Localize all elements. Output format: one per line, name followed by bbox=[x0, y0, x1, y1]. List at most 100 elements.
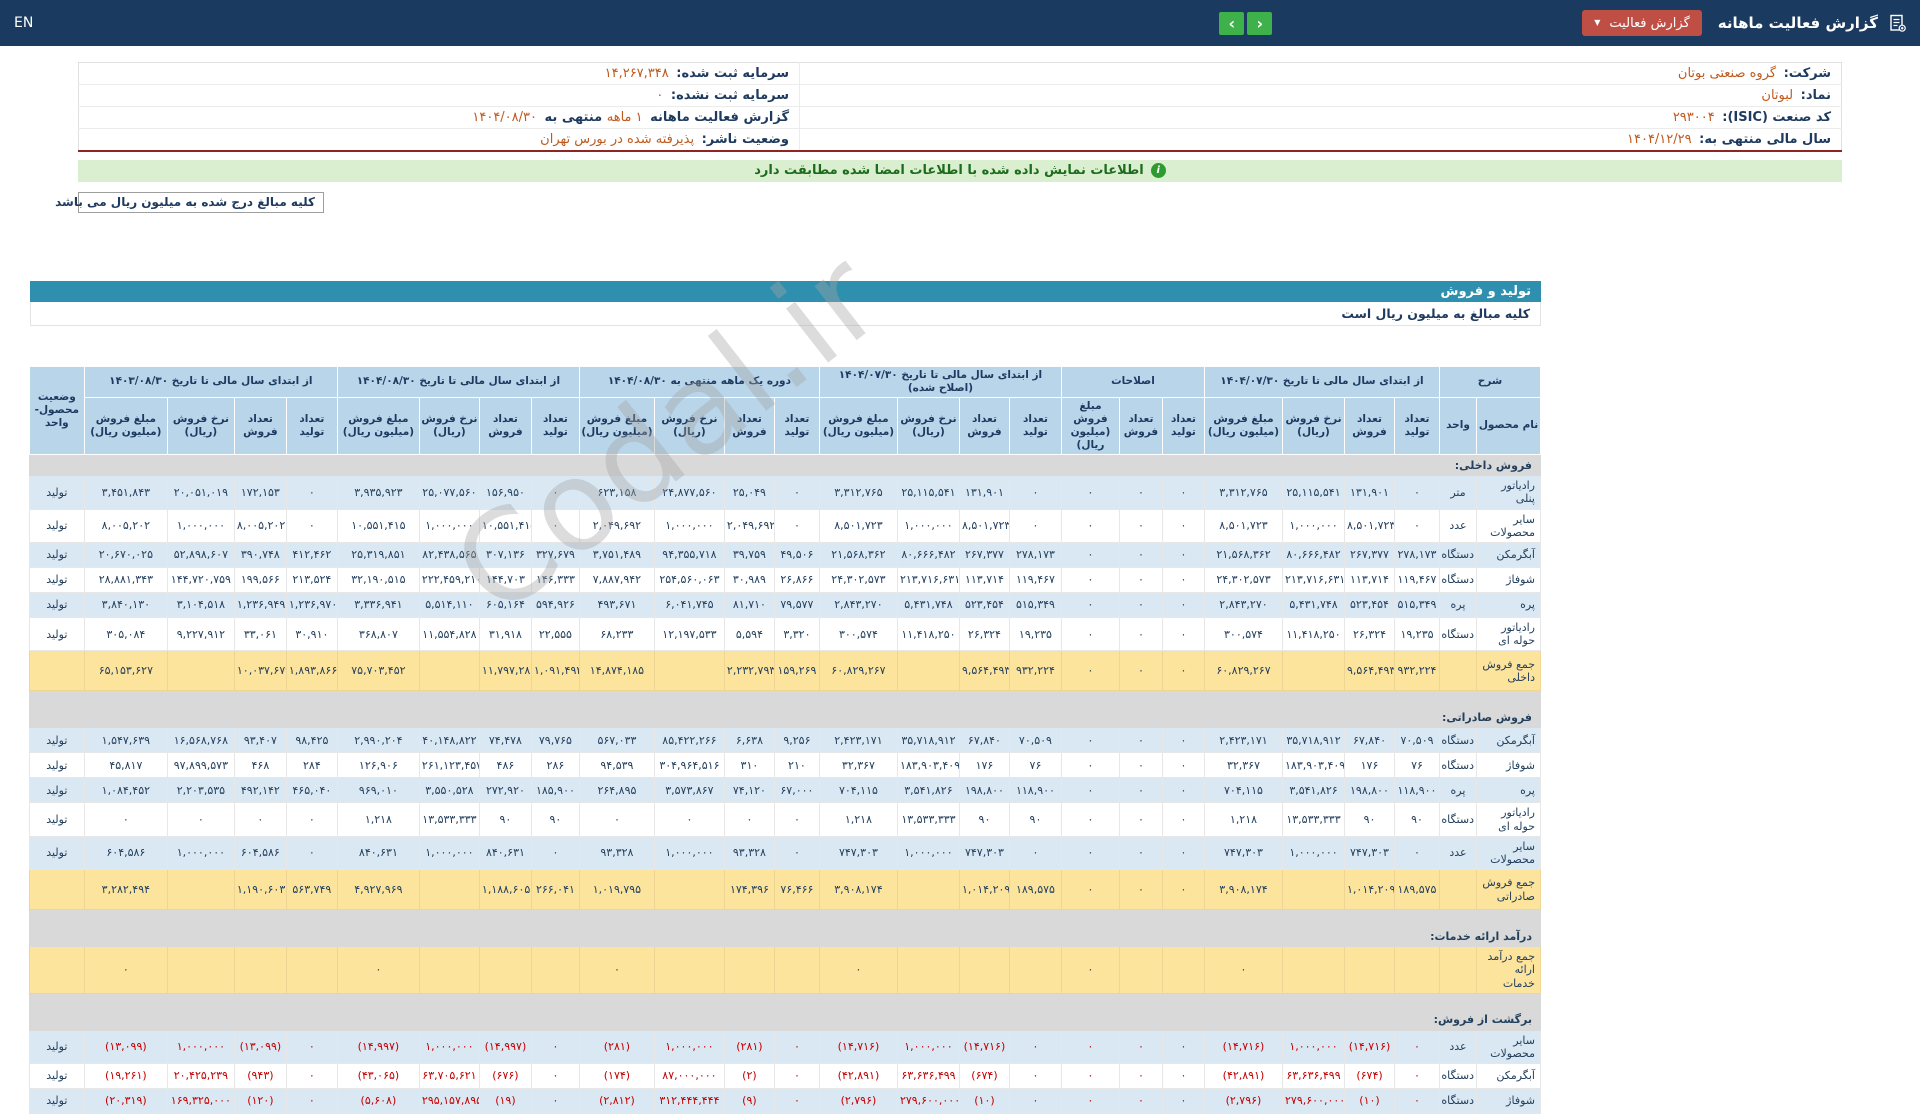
value-cell: (۱۳,۰۹۹) bbox=[84, 1030, 167, 1063]
info-cell: وضعیت ناشر: پذیرفته شده در بورس تهران bbox=[79, 129, 800, 151]
product-row: آبگرمکندستگاه۰(۶۷۴)۶۳,۶۳۶,۴۹۹(۴۲,۸۹۱)۰۰۰… bbox=[29, 1064, 1540, 1089]
value-cell: (۶۷۶) bbox=[479, 1064, 531, 1089]
product-row: آبگرمکندستگاه۲۷۸,۱۷۳۲۶۷,۳۷۷۸۰,۶۶۶,۴۸۲۲۱,… bbox=[29, 543, 1540, 568]
info-value: لبوتان bbox=[1761, 88, 1793, 103]
language-toggle[interactable]: EN bbox=[14, 15, 33, 31]
value-cell: ۱,۰۰۰,۰۰۰ bbox=[897, 509, 959, 542]
value-cell: ۰ bbox=[1061, 778, 1119, 803]
nav-next-button[interactable]: › bbox=[1219, 12, 1244, 35]
value-cell: (۵,۶۰۸) bbox=[337, 1089, 419, 1114]
value-cell: ۰ bbox=[1061, 728, 1119, 753]
value-cell: (۹۴۳) bbox=[234, 1064, 286, 1089]
value-cell: ۰ bbox=[774, 836, 819, 869]
value-cell: ۱۱,۴۱۸,۲۵۰ bbox=[897, 618, 959, 651]
value-cell: ۴۹,۵۰۶ bbox=[774, 543, 819, 568]
value-cell: ۹۰ bbox=[1345, 803, 1395, 836]
value-cell: ۰ bbox=[579, 947, 654, 994]
value-cell: ۳,۹۳۵,۹۲۳ bbox=[337, 476, 419, 509]
status-cell: تولید bbox=[29, 778, 84, 803]
value-cell: ۰ bbox=[1061, 1030, 1119, 1063]
column-header: تعداد فروش bbox=[1119, 397, 1162, 455]
value-cell: ۵۲۳,۴۵۴ bbox=[1345, 593, 1395, 618]
value-cell: ۸,۵۰۱,۷۲۳ bbox=[1204, 509, 1282, 542]
value-cell: (۱۷۴) bbox=[579, 1064, 654, 1089]
value-cell: ۰ bbox=[167, 803, 234, 836]
value-cell: ۱,۰۰۰,۰۰۰ bbox=[654, 1030, 724, 1063]
value-cell: ۱۱,۵۵۴,۸۲۸ bbox=[419, 618, 479, 651]
value-cell: ۰ bbox=[1395, 476, 1440, 509]
value-cell: (۱۹,۲۶۱) bbox=[84, 1064, 167, 1089]
value-cell: ۰ bbox=[1119, 803, 1162, 836]
value-cell: ۰ bbox=[1162, 803, 1204, 836]
value-cell: ۳۹۰,۷۴۸ bbox=[234, 543, 286, 568]
value-cell: ۱,۲۱۸ bbox=[337, 803, 419, 836]
column-header: تعداد فروش bbox=[724, 397, 774, 455]
value-cell: ۰ bbox=[1162, 593, 1204, 618]
value-cell bbox=[479, 947, 531, 994]
value-cell: ۰ bbox=[1009, 509, 1061, 542]
value-cell: ۳,۳۱۲,۷۶۵ bbox=[1204, 476, 1282, 509]
section-label bbox=[29, 993, 1540, 1009]
value-cell: ۸۷,۰۰۰,۰۰۰ bbox=[654, 1064, 724, 1089]
value-cell: ۴۸۶ bbox=[479, 753, 531, 778]
value-cell: ۰ bbox=[1119, 543, 1162, 568]
value-cell: ۸۴۰,۶۳۱ bbox=[337, 836, 419, 869]
value-cell: ۱,۰۰۰,۰۰۰ bbox=[1283, 836, 1345, 869]
value-cell: ۰ bbox=[286, 836, 337, 869]
status-cell: تولید bbox=[29, 568, 84, 593]
value-cell: ۱۳,۵۳۳,۳۳۳ bbox=[419, 803, 479, 836]
table-body: فروش داخلی:رادیاتور پنلیمتر۰۱۳۱,۹۰۱۲۵,۱۱… bbox=[29, 455, 1540, 1114]
value-cell: ۲,۰۴۹,۶۹۲ bbox=[579, 509, 654, 542]
value-cell bbox=[1162, 947, 1204, 994]
value-cell: ۰ bbox=[774, 1030, 819, 1063]
nav-previous-button[interactable]: ‹ bbox=[1247, 12, 1272, 35]
value-cell: ۵,۴۳۱,۷۴۸ bbox=[897, 593, 959, 618]
value-cell: ۱۸۳,۹۰۳,۴۰۹ bbox=[897, 753, 959, 778]
value-cell: ۸۱,۷۱۰ bbox=[724, 593, 774, 618]
status-cell: تولید bbox=[29, 1030, 84, 1063]
value-cell: ۸۰,۶۶۶,۴۸۲ bbox=[897, 543, 959, 568]
value-cell: ۰ bbox=[1119, 593, 1162, 618]
value-cell bbox=[897, 651, 959, 691]
value-cell: ۰ bbox=[1061, 509, 1119, 542]
column-header: مبلغ فروش (میلیون ریال) bbox=[84, 397, 167, 455]
value-cell: ۲۹۵,۱۵۷,۸۹۵ bbox=[419, 1089, 479, 1114]
value-cell: ۹۰ bbox=[959, 803, 1009, 836]
value-cell: ۳۱۰ bbox=[724, 753, 774, 778]
value-cell: (۹) bbox=[724, 1089, 774, 1114]
product-name-cell: جمع فروش صادراتی bbox=[1477, 870, 1541, 910]
value-cell: ۱۲۶,۹۰۶ bbox=[337, 753, 419, 778]
value-cell: ۴۶۸ bbox=[234, 753, 286, 778]
value-cell: ۶۵,۱۵۳,۶۲۷ bbox=[84, 651, 167, 691]
value-cell: ۱۷۴,۳۹۶ bbox=[724, 870, 774, 910]
value-cell: ۴۱۲,۴۶۲ bbox=[286, 543, 337, 568]
value-cell: ۰ bbox=[1162, 568, 1204, 593]
value-cell: ۲۷۸,۱۷۳ bbox=[1009, 543, 1061, 568]
total-row: جمع درآمد ارائه خدمات۰۰۰۰۰۰ bbox=[29, 947, 1540, 994]
value-cell: ۱۷۶ bbox=[1345, 753, 1395, 778]
value-cell: ۰ bbox=[1119, 568, 1162, 593]
value-cell: ۵۲,۸۹۸,۶۰۷ bbox=[167, 543, 234, 568]
value-cell: ۲۸۴ bbox=[286, 753, 337, 778]
value-cell: ۴,۹۲۷,۹۶۹ bbox=[337, 870, 419, 910]
report-type-dropdown[interactable]: گزارش فعالیت ▼ bbox=[1582, 10, 1702, 36]
value-cell bbox=[654, 947, 724, 994]
value-cell: ۲۵,۰۷۷,۵۶۰ bbox=[419, 476, 479, 509]
group-header: دوره یک ماهه منتهی به ۱۴۰۴/۰۸/۳۰ bbox=[579, 366, 819, 397]
value-cell: ۱۴۶,۳۳۳ bbox=[531, 568, 579, 593]
value-cell: ۱,۰۰۰,۰۰۰ bbox=[897, 836, 959, 869]
value-cell: ۱۸۳,۹۰۳,۴۰۹ bbox=[1283, 753, 1345, 778]
value-cell: ۳,۵۵۰,۵۲۸ bbox=[419, 778, 479, 803]
value-cell: ۳,۹۰۸,۱۷۴ bbox=[1204, 870, 1282, 910]
value-cell: ۲۱۳,۷۱۶,۶۳۱ bbox=[1283, 568, 1345, 593]
value-cell: (۲,۷۹۶) bbox=[819, 1089, 897, 1114]
section-spacer-row bbox=[29, 691, 1540, 707]
value-cell: ۷۶,۴۶۶ bbox=[774, 870, 819, 910]
value-cell: ۲۱,۵۶۸,۳۶۲ bbox=[819, 543, 897, 568]
column-header: تعداد فروش bbox=[959, 397, 1009, 455]
product-name-cell: شوفاژ bbox=[1477, 1089, 1541, 1114]
value-cell: (۱۴,۹۹۷) bbox=[479, 1030, 531, 1063]
value-cell: ۲۰,۶۷۰,۰۲۵ bbox=[84, 543, 167, 568]
value-cell: ۱,۰۰۰,۰۰۰ bbox=[419, 836, 479, 869]
unit-cell: دستگاه bbox=[1440, 803, 1477, 836]
